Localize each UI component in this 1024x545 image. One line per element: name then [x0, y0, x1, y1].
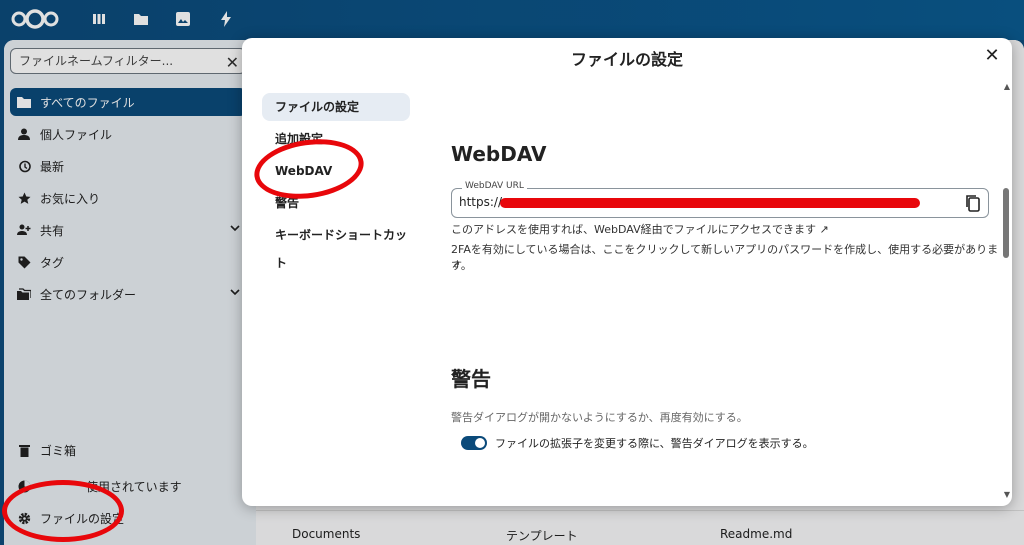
scroll-up-icon[interactable]: ▲ — [1004, 82, 1010, 91]
files-settings-dialog: ファイルの設定 ✕ ファイルの設定 追加設定 WebDAV 警告 キーボードショ… — [242, 38, 1012, 506]
url-redaction-mark — [500, 198, 920, 208]
extension-warning-setting[interactable]: ファイルの拡張子を変更する際に、警告ダイアログを表示する。 — [461, 435, 814, 451]
dialog-title: ファイルの設定 — [570, 50, 683, 69]
dialog-nav-files-settings[interactable]: ファイルの設定 — [262, 93, 410, 121]
extension-warning-label: ファイルの拡張子を変更する際に、警告ダイアログを表示する。 — [495, 437, 814, 450]
app-password-hint[interactable]: 2FAを有効にしている場合は、ここをクリックして新しいアプリのパスワードを作成し… — [451, 241, 1012, 273]
dialog-nav-keyboard-shortcuts[interactable]: キーボードショートカット — [262, 221, 410, 270]
warnings-heading: 警告 — [451, 367, 491, 391]
extension-warning-toggle[interactable] — [461, 436, 487, 450]
annotation-circle-settings — [2, 480, 124, 542]
webdav-url-label: WebDAV URL — [462, 181, 527, 191]
webdav-url-value: https:// — [459, 195, 503, 209]
webdav-hint[interactable]: このアドレスを使用すれば、WebDAV経由でファイルにアクセスできます ↗ — [451, 221, 829, 237]
scroll-down-icon[interactable]: ▼ — [1004, 490, 1010, 499]
copy-icon[interactable] — [964, 194, 982, 212]
warnings-description: 警告ダイアログが開かないようにするか、再度有効にする。 — [451, 411, 748, 424]
close-icon[interactable]: ✕ — [982, 46, 1002, 66]
dialog-scrollbar[interactable] — [1003, 188, 1009, 258]
webdav-heading: WebDAV — [451, 142, 547, 166]
external-link-icon[interactable]: ↗ — [451, 258, 460, 271]
